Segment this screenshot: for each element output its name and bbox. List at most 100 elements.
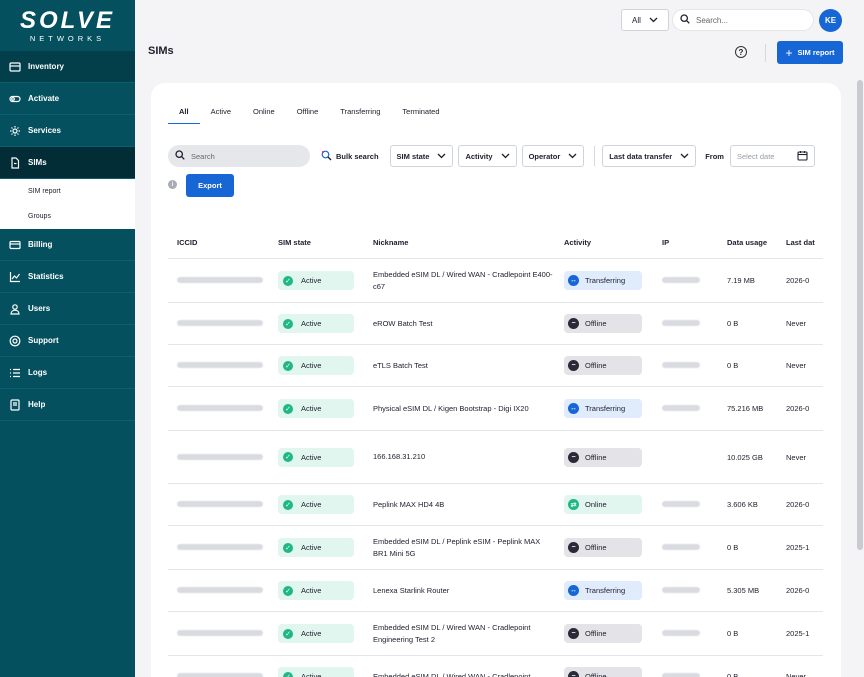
header-iccid[interactable]: ICCID <box>168 238 278 247</box>
bulk-search-button[interactable]: Bulk search <box>321 150 379 163</box>
sidebar-item-activate[interactable]: Activate <box>0 83 135 115</box>
sim-report-button[interactable]: + SIM report <box>777 41 843 64</box>
data-usage-cell: 0 B <box>727 543 739 552</box>
table-row[interactable]: ✓ Active Embedded eSIM DL / Wired WAN - Cr… <box>168 656 823 677</box>
chevron-down-icon <box>437 152 446 161</box>
activity-badge: − Offline <box>564 447 642 467</box>
iccid-redacted <box>177 362 263 368</box>
sim-state-text: Active <box>301 543 322 552</box>
sidebar-subitem-sim-report[interactable]: SIM report <box>0 179 135 204</box>
page-scrollbar-thumb[interactable] <box>857 80 863 550</box>
table-row[interactable]: ✓ Active Embedded eSIM DL / Wired WAN - Cr… <box>168 612 823 656</box>
sidebar-item-label: Statistics <box>28 272 64 281</box>
ip-redacted <box>662 320 700 326</box>
sidebar-item-support[interactable]: Support <box>0 325 135 357</box>
sidebar-item-billing[interactable]: Billing <box>0 229 135 261</box>
sidebar-item-sims[interactable]: SIMs <box>0 147 135 179</box>
tab-all[interactable]: All <box>168 103 200 124</box>
table-row[interactable]: ✓ Active eTLS Batch Test − Offline 0 B Never <box>168 345 823 387</box>
data-usage-cell: 75.216 MB <box>727 404 764 413</box>
header-activity[interactable]: Activity <box>564 238 662 247</box>
iccid-redacted <box>177 587 263 593</box>
table-row[interactable]: ✓ Active Peplink MAX HD4 4B ⇄ Online 3.606 KB… <box>168 484 823 526</box>
sim-state-cell: ✓ Active <box>278 271 373 290</box>
table-row[interactable]: ✓ Active eROW Batch Test − Offline 0 B Never <box>168 303 823 345</box>
sidebar-item-users[interactable]: Users <box>0 293 135 325</box>
logo[interactable]: SOLVE NETWORKS <box>0 0 135 51</box>
sim-state-badge: ✓ Active <box>278 447 354 467</box>
header-last-data[interactable]: Last dat <box>786 238 823 247</box>
header-data-usage[interactable]: Data usage <box>727 238 786 247</box>
data-usage-cell: 0 B <box>727 319 739 328</box>
ip-redacted <box>662 362 700 368</box>
sim-search-input[interactable]: Search <box>168 145 310 167</box>
header-ip[interactable]: IP <box>662 238 727 247</box>
last-data-cell: Never <box>786 319 807 328</box>
table-row[interactable]: ✓ Active Physical eSIM DL / Kigen Bootstra… <box>168 387 823 431</box>
sim-state-cell: ✓ Active <box>278 624 373 643</box>
help-icon[interactable]: ? <box>735 46 747 58</box>
sidebar-item-logs[interactable]: Logs <box>0 357 135 389</box>
tab-online[interactable]: Online <box>242 103 286 124</box>
header-nickname[interactable]: Nickname <box>373 237 564 249</box>
ip-redacted <box>662 630 700 636</box>
table-overflow-fade <box>823 228 841 677</box>
global-search-input[interactable]: Search... <box>672 9 814 31</box>
chevron-down-icon <box>680 152 689 161</box>
iccid-redacted <box>177 453 263 460</box>
table-row[interactable]: ✓ Active Embedded eSIM DL / Wired WAN - Cr… <box>168 259 823 303</box>
sims-card: All Active Online Offline Transferring T… <box>151 83 841 677</box>
last-data-cell: Never <box>786 672 807 677</box>
table-row[interactable]: ✓ Active Embedded eSIM DL / Peplink eSIM -… <box>168 526 823 570</box>
scope-filter-dropdown[interactable]: All <box>621 9 669 31</box>
table-row[interactable]: ✓ Active Lenexa Starlink Router ↔ Transferri… <box>168 570 823 612</box>
sim-state-label: SIM state <box>396 151 430 161</box>
export-button[interactable]: Export <box>186 174 234 197</box>
data-usage-cell: 10.025 GB <box>727 452 763 462</box>
chevron-down-icon <box>568 152 577 161</box>
activity-badge: ⇄ Online <box>564 495 642 514</box>
sim-state-dropdown[interactable]: SIM state <box>389 145 454 167</box>
sidebar-item-services[interactable]: Services <box>0 115 135 147</box>
data-usage-cell: 0 B <box>727 361 739 370</box>
gear-icon <box>9 125 21 137</box>
tab-transferring[interactable]: Transferring <box>329 103 391 124</box>
avatar[interactable]: KE <box>819 9 842 32</box>
sidebar-subitem-groups[interactable]: Groups <box>0 204 135 229</box>
sim-state-text: Active <box>301 404 322 413</box>
ip-redacted <box>662 587 700 593</box>
table-row[interactable]: ✓ Active 166.168.31.210 − Offline 10.025 GB Ne… <box>168 431 823 484</box>
operator-dropdown[interactable]: Operator <box>521 145 585 167</box>
sim-state-cell: ✓ Active <box>278 314 373 333</box>
activity-text: Offline <box>585 543 607 552</box>
activity-cell: ↔ Transferring <box>564 271 662 290</box>
check-icon: ✓ <box>283 403 293 414</box>
data-usage-cell: 5.305 MB <box>727 586 760 595</box>
nickname-cell: eROW Batch Test <box>373 318 433 328</box>
check-icon: ✓ <box>283 318 293 329</box>
last-data-transfer-dropdown[interactable]: Last data transfer <box>602 145 697 167</box>
sim-state-text: Active <box>301 452 322 462</box>
last-data-cell: Never <box>786 452 807 462</box>
sim-state-badge: ✓ Active <box>278 667 354 677</box>
iccid-cell <box>168 361 278 370</box>
info-icon[interactable]: i <box>168 180 177 189</box>
ip-cell <box>662 276 727 285</box>
activity-dropdown[interactable]: Activity <box>458 145 517 167</box>
calendar-icon[interactable] <box>797 150 808 163</box>
topbar: All Search... KE <box>135 0 864 40</box>
sidebar-item-statistics[interactable]: Statistics <box>0 261 135 293</box>
nickname-cell: Embedded eSIM DL / Wired WAN - Cradlepoi… <box>373 671 531 677</box>
sidebar-item-label: SIMs <box>28 158 47 167</box>
activity-badge: − Offline <box>564 538 642 557</box>
tab-active[interactable]: Active <box>200 103 242 124</box>
sim-state-cell: ✓ Active <box>278 399 373 418</box>
sidebar-item-inventory[interactable]: Inventory <box>0 51 135 83</box>
tab-offline[interactable]: Offline <box>286 103 330 124</box>
tab-terminated[interactable]: Terminated <box>391 103 450 124</box>
sidebar-item-help[interactable]: Help <box>0 389 135 421</box>
activity-cell: ↔ Transferring <box>564 399 662 418</box>
from-date-input[interactable]: Select date <box>729 145 815 167</box>
credit-card-icon <box>9 239 21 251</box>
header-sim-state[interactable]: SIM state <box>278 238 373 247</box>
